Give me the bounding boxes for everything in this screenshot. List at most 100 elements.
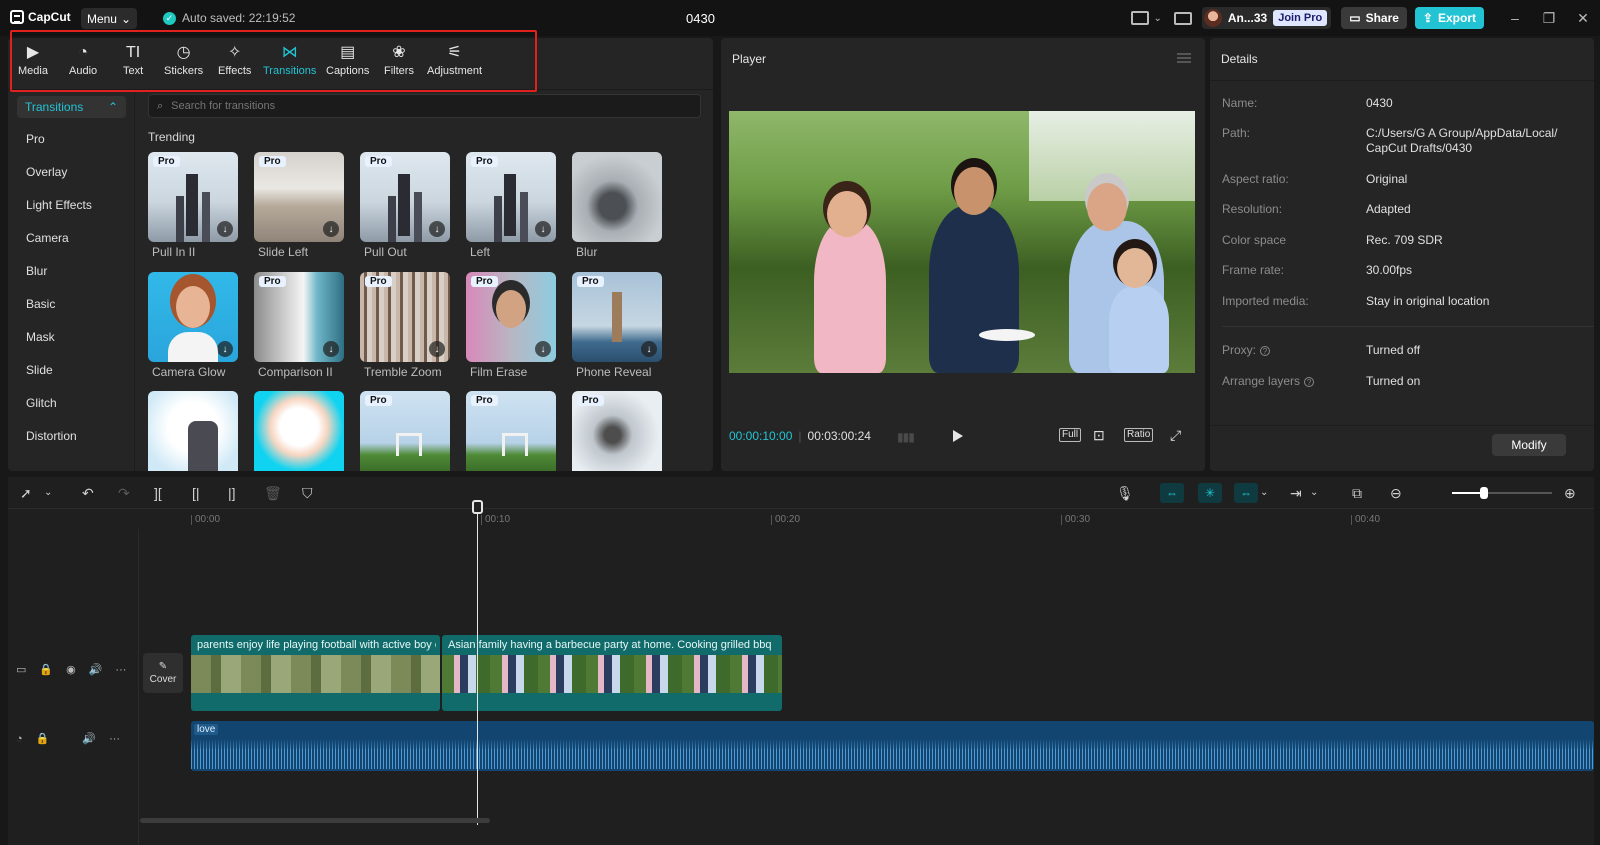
help-icon[interactable]: ? (1304, 377, 1315, 387)
split-icon[interactable]: ][ (154, 485, 162, 501)
zoom-slider-thumb[interactable] (1480, 487, 1488, 499)
share-button[interactable]: ▭ Share (1341, 7, 1407, 29)
transition-thumb[interactable]: Pro ↓ (572, 272, 662, 362)
full-button[interactable]: Full (1059, 428, 1082, 442)
split-right-icon[interactable]: |] (228, 485, 236, 501)
transition-thumb[interactable]: Pro (572, 391, 662, 471)
join-pro-button[interactable]: Join Pro (1273, 10, 1328, 26)
transition-thumb[interactable]: Pro ↓ (360, 272, 450, 362)
cover-button[interactable]: ✎ Cover (143, 653, 183, 693)
time-ruler[interactable]: 00:00 00:10 00:20 00:30 00:40 (191, 509, 1594, 529)
layout-icon[interactable] (1131, 11, 1150, 25)
screenshot-icon[interactable]: ⧉ (1352, 485, 1362, 501)
play-icon[interactable] (953, 430, 963, 442)
eye-icon[interactable]: ◉ (66, 663, 76, 676)
volume-icon[interactable]: 🔊 (89, 663, 103, 676)
chevron-down-icon[interactable]: ⌄ (1260, 485, 1268, 501)
preview-axis-icon[interactable]: ⇔ (1234, 483, 1258, 503)
sidebar-item-transitions[interactable]: Transitions ⌃ (17, 96, 126, 118)
export-button[interactable]: ⇪ Export (1414, 7, 1484, 29)
zoom-in-icon[interactable]: ⊕ (1564, 485, 1576, 501)
download-icon[interactable]: ↓ (217, 341, 233, 357)
tab-effects[interactable]: ✧ Effects (218, 44, 251, 77)
restore-icon[interactable]: ❐ (1532, 10, 1566, 27)
sidebar-item-light-effects[interactable]: Light Effects (26, 198, 92, 212)
ratio-button[interactable]: Ratio (1124, 428, 1154, 442)
download-icon[interactable]: ↓ (429, 221, 445, 237)
download-icon[interactable]: ↓ (429, 341, 445, 357)
transition-thumb[interactable]: ↓ (148, 272, 238, 362)
delete-icon[interactable]: 🗑 (264, 485, 282, 501)
lock-icon[interactable]: 🔒 (36, 732, 50, 745)
zoom-preview-icon[interactable]: ⊡ (1091, 428, 1107, 442)
layout-chevron-icon[interactable]: ⌄ (1153, 13, 1161, 24)
linkage-icon[interactable]: ✳ (1198, 483, 1222, 503)
tab-text[interactable]: TI Text (123, 44, 143, 77)
download-icon[interactable]: ↓ (323, 221, 339, 237)
zoom-slider[interactable] (1452, 487, 1552, 499)
transition-thumb[interactable] (254, 391, 344, 471)
video-preview[interactable] (729, 111, 1195, 373)
tab-adjustment[interactable]: ⚟ Adjustment (427, 44, 482, 77)
transition-thumb[interactable]: Pro (360, 391, 450, 471)
zoom-out-icon[interactable]: ⊖ (1390, 485, 1402, 501)
transition-thumb[interactable]: Pro ↓ (254, 272, 344, 362)
video-clip[interactable]: parents enjoy life playing football with… (191, 635, 440, 711)
transition-thumb[interactable]: Pro ↓ (466, 272, 556, 362)
timeline-scrollbar[interactable] (140, 818, 490, 823)
tab-filters[interactable]: ❀ Filters (384, 44, 414, 77)
sidebar-item-glitch[interactable]: Glitch (26, 396, 57, 410)
video-clip[interactable]: Asian family having a barbecue party at … (442, 635, 782, 711)
download-icon[interactable]: ↓ (217, 221, 233, 237)
chevron-down-icon[interactable]: ⌄ (1310, 485, 1318, 501)
sidebar-item-blur[interactable]: Blur (26, 264, 47, 278)
transition-thumb[interactable] (148, 391, 238, 471)
transition-thumb[interactable]: Pro (466, 391, 556, 471)
chevron-down-icon[interactable]: ⌄ (44, 485, 52, 501)
redo-icon[interactable]: ↷ (118, 485, 130, 501)
close-icon[interactable]: ✕ (1566, 10, 1600, 27)
sidebar-item-slide[interactable]: Slide (26, 363, 53, 377)
sidebar-item-overlay[interactable]: Overlay (26, 165, 67, 179)
download-icon[interactable]: ↓ (535, 341, 551, 357)
shield-icon[interactable]: ⛉ (302, 485, 313, 501)
search-box[interactable]: ⌕ (148, 94, 701, 118)
tab-transitions[interactable]: ⋈ Transitions (263, 44, 316, 77)
align-icon[interactable]: ⇥ (1290, 485, 1302, 501)
minimize-icon[interactable]: – (1498, 10, 1532, 26)
tab-audio[interactable]: ◔ Audio (69, 44, 97, 77)
keyboard-shortcuts-icon[interactable] (1173, 11, 1192, 25)
more-icon[interactable]: ··· (115, 664, 126, 676)
search-input[interactable] (171, 100, 672, 112)
volume-icon[interactable]: 🔊 (82, 732, 96, 745)
download-icon[interactable]: ↓ (535, 221, 551, 237)
tab-media[interactable]: ▶ Media (18, 44, 48, 77)
microphone-icon[interactable]: 🎙 (1116, 485, 1134, 501)
select-cursor-icon[interactable]: ➚ (20, 485, 32, 501)
audio-clip[interactable]: love (191, 721, 1594, 771)
undo-icon[interactable]: ↶ (82, 485, 94, 501)
transition-thumb[interactable]: Pro ↓ (466, 152, 556, 242)
playhead-handle[interactable] (472, 500, 483, 514)
download-icon[interactable]: ↓ (641, 341, 657, 357)
avatar[interactable] (1203, 9, 1222, 27)
split-left-icon[interactable]: [| (192, 485, 200, 501)
sidebar-item-basic[interactable]: Basic (26, 297, 55, 311)
sidebar-item-distortion[interactable]: Distortion (26, 429, 77, 443)
sidebar-item-pro[interactable]: Pro (26, 132, 45, 146)
playhead[interactable] (477, 500, 478, 825)
tab-stickers[interactable]: ◷ Stickers (164, 44, 203, 77)
hamburger-menu-icon[interactable] (1177, 53, 1191, 63)
user-account[interactable]: An...33 Join Pro (1201, 7, 1332, 29)
sidebar-item-mask[interactable]: Mask (26, 330, 55, 344)
transition-thumb[interactable]: Pro ↓ (254, 152, 344, 242)
transition-thumb[interactable] (572, 152, 662, 242)
help-icon[interactable]: ? (1260, 346, 1271, 356)
transition-thumb[interactable]: Pro ↓ (360, 152, 450, 242)
modify-button[interactable]: Modify (1492, 434, 1566, 456)
fullscreen-icon[interactable]: ⤢ (1168, 428, 1183, 442)
more-icon[interactable]: ··· (109, 733, 120, 745)
download-icon[interactable]: ↓ (323, 341, 339, 357)
tab-captions[interactable]: ▤ Captions (326, 44, 369, 77)
menu-button[interactable]: Menu ⌄ (81, 8, 137, 29)
